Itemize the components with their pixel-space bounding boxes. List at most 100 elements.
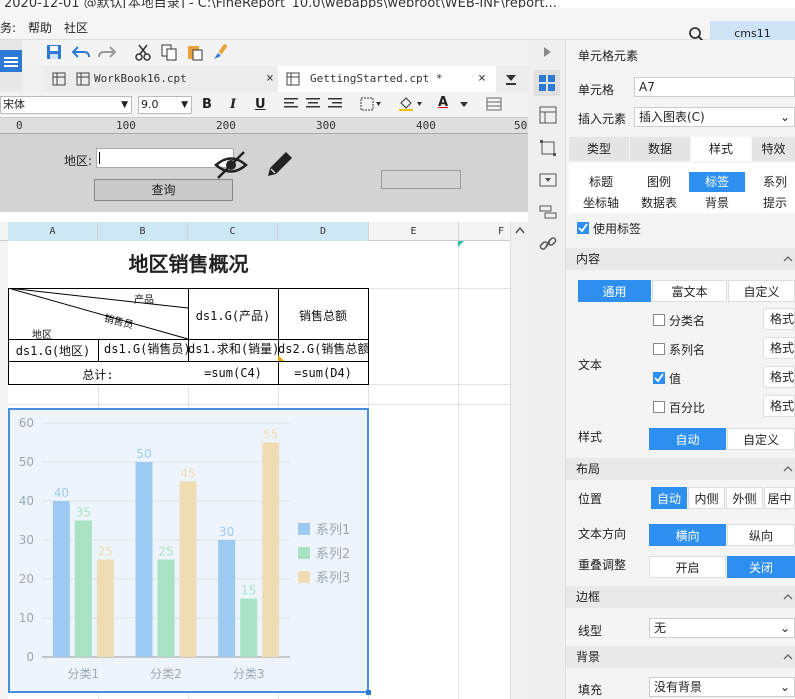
hyperlink-icon[interactable] [539, 235, 557, 253]
chevron-up-icon[interactable] [783, 594, 793, 600]
close-icon[interactable]: × [266, 66, 274, 92]
subtab-title[interactable]: 标题 [573, 172, 629, 192]
fill-color-icon[interactable] [398, 97, 424, 111]
copy-icon[interactable] [160, 43, 178, 61]
font-size-select[interactable]: 9.0 ▼ [138, 96, 192, 114]
save-icon[interactable] [46, 44, 62, 60]
close-icon[interactable]: × [478, 66, 486, 92]
chart-cell[interactable]: 0 10 20 30 40 50 60 40 35 25 分类1 50 25 45 分类2 30 15 55 分类3… [8, 408, 369, 693]
column-e-header[interactable]: E [369, 222, 459, 241]
hide-eye-icon[interactable] [214, 150, 248, 180]
content-tab-richtext[interactable]: 富文本 [652, 280, 727, 302]
cell-a3[interactable]: ds1.G(地区) [8, 342, 98, 361]
chevron-up-icon[interactable] [515, 226, 525, 234]
fill-select[interactable]: 没有背景 ⌄ [649, 677, 795, 697]
overlap-off[interactable]: 关闭 [727, 556, 795, 578]
chevron-up-icon[interactable] [783, 654, 793, 660]
font-color-button[interactable]: A [438, 95, 448, 110]
tab-workbook16[interactable]: WorkBook16.cpt × [44, 66, 278, 92]
style-custom[interactable]: 自定义 [727, 428, 795, 450]
subtab-axis[interactable]: 坐标轴 [573, 193, 629, 213]
series-name-checkbox[interactable] [653, 343, 665, 355]
style-auto[interactable]: 自动 [649, 428, 726, 450]
chevron-up-icon[interactable] [783, 466, 793, 472]
tab-effects[interactable]: 特效 [752, 137, 795, 161]
column-f-header[interactable]: F [459, 222, 510, 241]
vertical-scrollbar[interactable] [510, 222, 528, 699]
cell-field[interactable]: A7 [634, 77, 795, 97]
tab-style[interactable]: 样式 [691, 137, 751, 161]
tab-type[interactable]: 类型 [569, 137, 629, 161]
menu-item-service[interactable]: 务: [0, 19, 16, 36]
column-b-header[interactable]: B [98, 222, 188, 241]
subtab-background[interactable]: 背景 [689, 193, 745, 213]
italic-button[interactable]: I [230, 97, 236, 112]
cell-a4[interactable]: 总计: [8, 366, 188, 383]
direction-horizontal[interactable]: 横向 [649, 524, 726, 546]
tab-data[interactable]: 数据 [630, 137, 690, 161]
redo-icon[interactable] [98, 44, 116, 60]
cut-icon[interactable] [134, 43, 152, 61]
query-button[interactable]: 查询 [94, 179, 233, 201]
subtab-datasheet[interactable]: 数据表 [631, 193, 687, 213]
align-right-icon[interactable] [328, 98, 342, 110]
align-center-icon[interactable] [306, 98, 320, 110]
underline-button[interactable]: U [255, 97, 266, 112]
border-icon[interactable] [360, 97, 382, 111]
float-element-icon[interactable] [539, 139, 557, 157]
align-left-icon[interactable] [284, 98, 298, 110]
content-tab-custom[interactable]: 自定义 [728, 280, 795, 302]
chevron-down-icon[interactable] [460, 102, 468, 108]
cell-attr-icon[interactable] [539, 106, 557, 124]
use-label-checkbox[interactable] [577, 222, 589, 234]
paste-icon[interactable] [186, 43, 204, 61]
cell-c4[interactable]: =sum(C4) [188, 366, 278, 380]
cell-d3[interactable]: ds2.G(销售总额) [278, 340, 368, 358]
menu-item-community[interactable]: 社区 [64, 19, 88, 36]
column-a-header[interactable]: A [8, 222, 98, 241]
position-auto[interactable]: 自动 [651, 487, 687, 509]
position-outside[interactable]: 外侧 [726, 487, 763, 509]
tab-getting-started[interactable]: GettingStarted.cpt * × [278, 66, 496, 92]
position-inside[interactable]: 内侧 [688, 487, 725, 509]
widget-icon[interactable] [539, 171, 557, 189]
format-button[interactable]: 格式 [763, 337, 795, 359]
value-checkbox[interactable] [653, 372, 665, 384]
cell-d4[interactable]: =sum(D4) [278, 366, 368, 380]
new-template-button[interactable] [0, 50, 22, 72]
resize-handle[interactable] [366, 690, 371, 695]
tab-list-icon[interactable] [504, 72, 518, 86]
pencil-icon[interactable] [264, 148, 296, 180]
direction-vertical[interactable]: 纵向 [727, 524, 795, 546]
cell-c3[interactable]: ds1.求和(销量) [188, 340, 278, 358]
insert-element-select[interactable]: 插入图表(C) ⌄ [634, 107, 795, 127]
cell-d2[interactable]: 销售总额 [278, 307, 368, 324]
cell-element-tab[interactable] [534, 70, 560, 96]
chevron-up-icon[interactable] [783, 256, 793, 262]
menu-item-help[interactable]: 帮助 [28, 19, 52, 36]
section-background[interactable]: 背景 [566, 646, 795, 668]
subtab-label[interactable]: 标签 [689, 172, 745, 192]
overlap-on[interactable]: 开启 [649, 556, 726, 578]
subtab-legend[interactable]: 图例 [631, 172, 687, 192]
collapse-icon[interactable] [544, 47, 552, 57]
subtab-series[interactable]: 系列 [747, 172, 795, 192]
table-icon[interactable] [486, 97, 502, 111]
format-button[interactable]: 格式 [763, 366, 795, 388]
section-layout[interactable]: 布局 [566, 458, 795, 480]
format-button[interactable]: 格式 [763, 395, 795, 417]
subtab-tooltip[interactable]: 提示 [747, 193, 795, 213]
percent-checkbox[interactable] [653, 401, 665, 413]
format-button[interactable]: 格式 [763, 308, 795, 330]
bold-button[interactable]: B [202, 97, 212, 112]
undo-icon[interactable] [72, 44, 90, 60]
section-border[interactable]: 边框 [566, 586, 795, 608]
font-family-select[interactable]: 宋体 ▼ [0, 96, 132, 114]
cell-c2[interactable]: ds1.G(产品) [188, 307, 278, 324]
column-c-header[interactable]: C [188, 222, 278, 241]
section-content[interactable]: 内容 [566, 248, 795, 270]
category-name-checkbox[interactable] [653, 314, 665, 326]
condition-icon[interactable] [539, 203, 557, 221]
cell-b3[interactable]: ds1.G(销售员) [98, 340, 188, 358]
empty-widget[interactable] [381, 170, 461, 189]
